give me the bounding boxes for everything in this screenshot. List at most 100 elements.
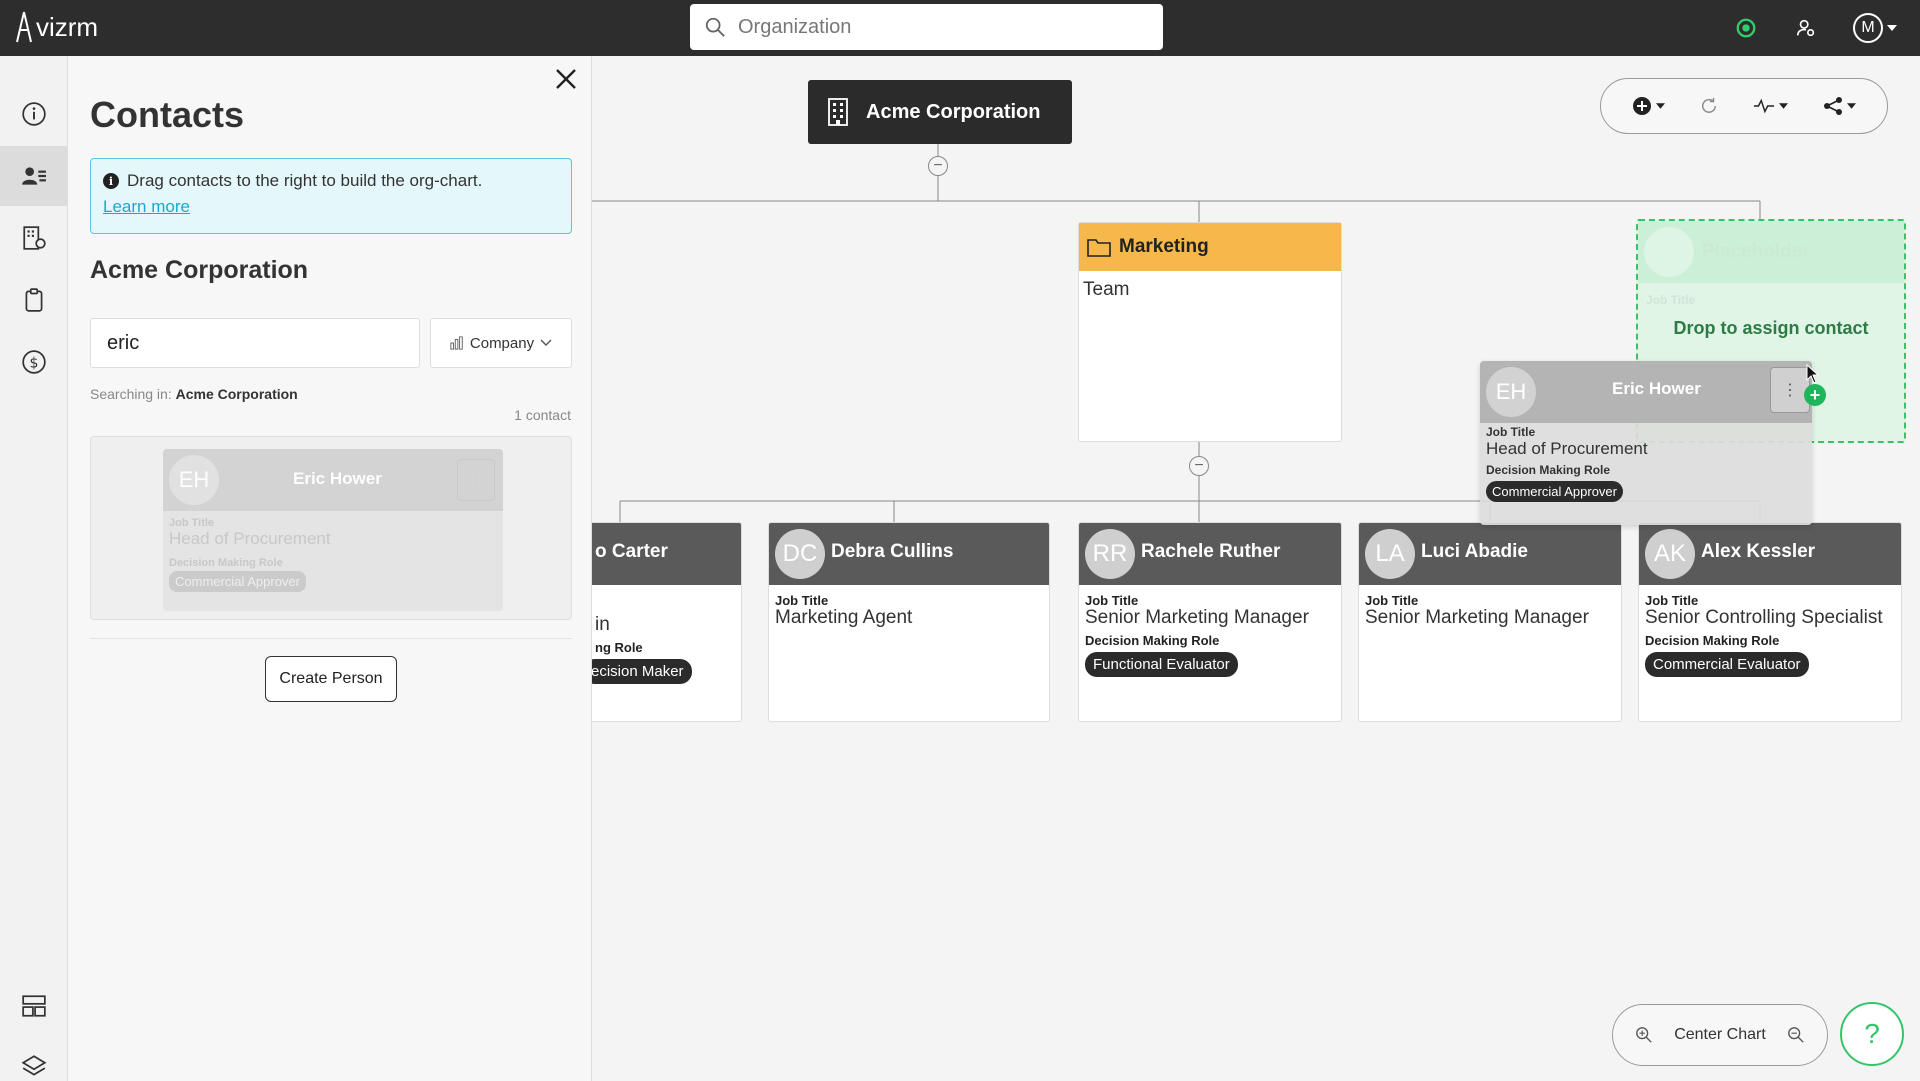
rail-info[interactable] bbox=[0, 84, 68, 144]
job-title-label: Job Title bbox=[1486, 425, 1536, 439]
caret-down-icon bbox=[1846, 103, 1856, 109]
root-node[interactable]: Acme Corporation bbox=[808, 80, 1072, 144]
info-icon: i bbox=[103, 173, 119, 189]
job-title: in bbox=[595, 614, 610, 635]
app-logo[interactable]: vizrm bbox=[14, 10, 98, 44]
person-node[interactable]: AK Alex Kessler Job Title Senior Control… bbox=[1638, 522, 1902, 722]
contacts-icon bbox=[22, 167, 46, 185]
searching-in-label: Searching in: bbox=[90, 386, 172, 402]
avatar bbox=[1644, 227, 1694, 277]
org-chart-canvas[interactable]: Acme Corporation − Marketing Team − Plac… bbox=[592, 56, 1920, 1081]
clipboard-icon bbox=[25, 288, 43, 312]
role-label: ng Role bbox=[595, 640, 643, 655]
role-label: Decision Making Role bbox=[1085, 633, 1220, 648]
user-settings-icon[interactable] bbox=[1790, 12, 1822, 44]
logo-text: vizrm bbox=[36, 11, 99, 42]
contact-card-ghost[interactable]: EH Eric Hower ⋮ Job Title Head of Procur… bbox=[163, 449, 503, 611]
company-filter-dropdown[interactable]: Company bbox=[430, 318, 572, 368]
root-node-label: Acme Corporation bbox=[866, 100, 1041, 123]
person-name: Debra Cullins bbox=[831, 541, 954, 562]
contact-name: Eric Hower bbox=[293, 469, 382, 488]
create-person-button[interactable]: Create Person bbox=[265, 656, 397, 702]
activity-button[interactable] bbox=[1753, 98, 1788, 114]
status-icon[interactable] bbox=[1730, 12, 1762, 44]
info-text: Drag contacts to the right to build the … bbox=[127, 171, 483, 190]
svg-text:$: $ bbox=[30, 355, 39, 371]
rail-deals[interactable]: $ bbox=[0, 332, 68, 392]
avatar: AK bbox=[1645, 529, 1695, 579]
placeholder-name: Placeholder bbox=[1702, 241, 1810, 262]
contact-result-slot: EH Eric Hower ⋮ Job Title Head of Procur… bbox=[90, 436, 572, 620]
rail-clipboard[interactable] bbox=[0, 270, 68, 330]
person-node[interactable]: o Carter in ng Role ecision Maker bbox=[592, 522, 742, 722]
person-node[interactable]: LA Luci Abadie Job Title Senior Marketin… bbox=[1358, 522, 1622, 722]
job-title: Head of Procurement bbox=[1486, 439, 1648, 458]
plus-circle-icon bbox=[1633, 97, 1652, 115]
rail-layout[interactable] bbox=[0, 976, 68, 1036]
placeholder-job-title-label: Job Title bbox=[1646, 293, 1696, 307]
layers-icon bbox=[21, 1055, 47, 1076]
user-menu[interactable]: M bbox=[1850, 12, 1900, 44]
job-title: Senior Marketing Manager bbox=[1365, 607, 1589, 628]
organizations-icon bbox=[23, 226, 46, 250]
cursor-icon bbox=[1806, 364, 1820, 384]
team-node-marketing[interactable]: Marketing Team bbox=[1078, 222, 1342, 442]
team-name: Marketing bbox=[1119, 236, 1209, 257]
add-plus-icon: + bbox=[1804, 384, 1826, 406]
avatar: EH bbox=[1486, 367, 1536, 417]
rail-contacts[interactable] bbox=[0, 146, 68, 206]
folder-icon bbox=[1087, 239, 1111, 257]
job-title: Head of Procurement bbox=[169, 529, 331, 548]
avatar: M bbox=[1853, 13, 1883, 43]
role-badge: Functional Evaluator bbox=[1085, 652, 1238, 677]
share-icon bbox=[1823, 97, 1842, 115]
activity-icon bbox=[1753, 98, 1774, 114]
zoom-out-icon[interactable] bbox=[1787, 1026, 1805, 1044]
left-rail: $ bbox=[0, 56, 68, 1081]
kebab-menu-icon[interactable]: ⋮ bbox=[457, 459, 495, 501]
searching-in: Searching in: Acme Corporation bbox=[90, 386, 298, 402]
job-title-label: Job Title bbox=[775, 593, 829, 608]
close-icon bbox=[556, 69, 576, 89]
rail-layers[interactable] bbox=[0, 1036, 68, 1081]
global-search[interactable] bbox=[690, 4, 1163, 50]
contact-search-input[interactable] bbox=[90, 318, 420, 368]
collapse-toggle-marketing[interactable]: − bbox=[1189, 456, 1209, 476]
avatar: DC bbox=[775, 529, 825, 579]
role-badge: Commercial Approver bbox=[1486, 481, 1623, 502]
refresh-icon bbox=[1702, 97, 1717, 113]
info-banner: i Drag contacts to the right to build th… bbox=[90, 158, 572, 234]
layout-icon bbox=[22, 995, 46, 1017]
zoom-controls: Center Chart bbox=[1612, 1004, 1828, 1066]
searching-in-value: Acme Corporation bbox=[175, 386, 298, 402]
global-search-input[interactable] bbox=[738, 15, 1138, 39]
dragging-contact-card[interactable]: EH Eric Hower ⋮ Job Title Head of Procur… bbox=[1480, 361, 1812, 525]
add-node-button[interactable] bbox=[1632, 96, 1666, 116]
person-node[interactable]: RR Rachele Ruther Job Title Senior Marke… bbox=[1078, 522, 1342, 722]
panel-title: Contacts bbox=[90, 94, 245, 135]
close-button[interactable] bbox=[549, 62, 583, 96]
zoom-in-icon[interactable] bbox=[1635, 1026, 1653, 1044]
help-button[interactable]: ? bbox=[1840, 1002, 1904, 1066]
info-icon bbox=[22, 102, 46, 126]
top-bar: vizrm M bbox=[0, 0, 1920, 56]
share-button[interactable] bbox=[1823, 96, 1856, 116]
caret-down-icon bbox=[1656, 103, 1666, 109]
rail-organizations[interactable] bbox=[0, 208, 68, 268]
refresh-button[interactable] bbox=[1700, 97, 1718, 115]
job-title: Marketing Agent bbox=[775, 607, 913, 628]
contacts-panel: Contacts i Drag contacts to the right to… bbox=[68, 56, 592, 1081]
learn-more-link[interactable]: Learn more bbox=[103, 197, 559, 217]
person-name: Luci Abadie bbox=[1421, 541, 1528, 562]
person-node[interactable]: DC Debra Cullins Job Title Marketing Age… bbox=[768, 522, 1050, 722]
person-name: Alex Kessler bbox=[1701, 541, 1816, 562]
contact-count: 1 contact bbox=[514, 407, 571, 423]
role-badge: Commercial Evaluator bbox=[1645, 652, 1809, 677]
contact-name: Eric Hower bbox=[1612, 379, 1701, 398]
center-chart-button[interactable]: Center Chart bbox=[1674, 1026, 1766, 1044]
dollar-icon: $ bbox=[22, 350, 46, 374]
collapse-toggle-root[interactable]: − bbox=[928, 156, 948, 176]
role-label: Decision Making Role bbox=[169, 557, 283, 569]
person-name: Rachele Ruther bbox=[1141, 541, 1281, 562]
avatar: RR bbox=[1085, 529, 1135, 579]
